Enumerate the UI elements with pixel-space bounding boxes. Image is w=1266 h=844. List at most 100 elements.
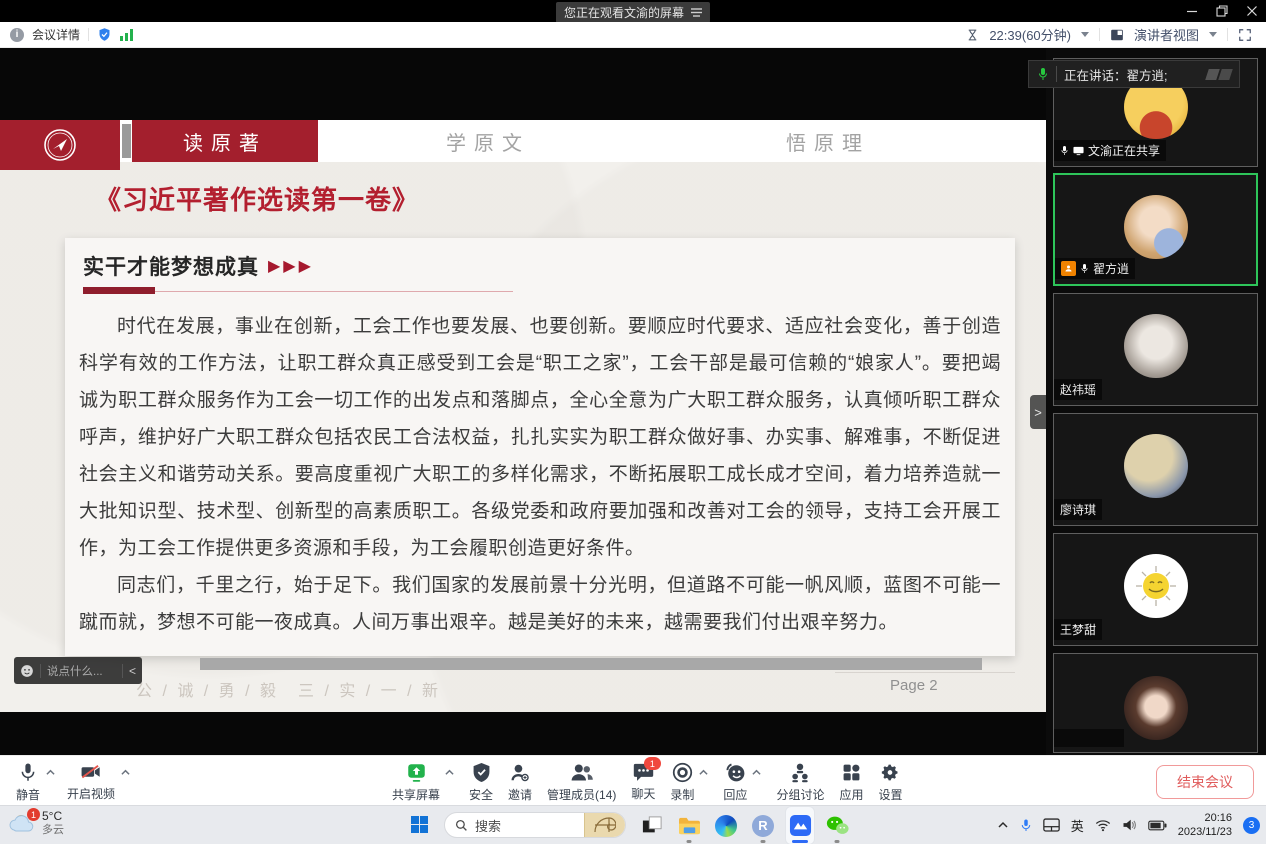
mute-button[interactable]: 静音 <box>16 762 40 803</box>
view-dropdown-caret[interactable] <box>1209 32 1217 37</box>
divider <box>122 664 123 678</box>
meeting-app-button[interactable] <box>786 807 814 844</box>
members-label: 管理成员(14) <box>547 786 616 803</box>
record-options-chevron[interactable] <box>699 768 708 777</box>
watching-screen-pill[interactable]: 您正在观看文渝的屏幕 <box>556 2 710 23</box>
taskbar-search[interactable]: 搜索 <box>444 812 626 838</box>
apps-button[interactable]: 应用 <box>839 762 863 803</box>
search-daily-image[interactable] <box>584 813 625 837</box>
hidden-icons-chevron[interactable] <box>997 819 1009 831</box>
r-app-button[interactable]: R <box>749 807 777 844</box>
share-options-chevron[interactable] <box>445 768 454 777</box>
page-rule-line <box>835 672 1015 673</box>
breakout-rooms-button[interactable]: 分组讨论 <box>776 762 824 803</box>
participant-label: 王梦甜 <box>1054 619 1102 640</box>
card-body-text: 时代在发展，事业在创新，工会工作也要发展、也要创新。要顺应时代要求、适应社会变化… <box>79 308 1001 641</box>
weather-temp: 5°C <box>42 809 64 823</box>
record-button[interactable]: 录制 <box>670 762 694 803</box>
tray-time: 20:16 <box>1178 811 1232 825</box>
network-signal-icon[interactable] <box>120 29 133 41</box>
slide-watermark: 公 / 诚 / 勇 / 毅 三 / 实 / 一 / 新 <box>136 677 441 701</box>
heading-arrows-icon: ▶▶▶ <box>268 256 314 276</box>
breakout-label: 分组讨论 <box>776 786 824 803</box>
speaking-text: 正在讲话：翟方逍; <box>1064 65 1167 84</box>
panel-expand-chevron[interactable]: > <box>1030 395 1046 429</box>
video-label: 开启视频 <box>67 785 115 802</box>
participant-name: 赵祎瑶 <box>1060 381 1096 398</box>
security-button[interactable]: 安全 <box>469 762 493 803</box>
touchpad-icon[interactable] <box>1043 818 1060 832</box>
invite-button[interactable]: 邀请 <box>508 762 532 803</box>
close-button[interactable] <box>1246 5 1258 17</box>
meeting-details-link[interactable]: 会议详情 <box>32 26 80 43</box>
avatar <box>1124 676 1188 740</box>
edge-browser-button[interactable] <box>712 807 740 844</box>
mic-icon <box>1060 145 1069 156</box>
tray-mic-icon[interactable] <box>1020 818 1032 833</box>
gear-icon <box>880 762 900 783</box>
video-options-chevron[interactable] <box>121 768 130 777</box>
task-view-icon <box>642 816 662 836</box>
chat-placeholder[interactable]: 说点什么... <box>47 663 103 679</box>
view-mode-label[interactable]: 演讲者视图 <box>1134 25 1199 44</box>
participant-tile-zhaoyiyao[interactable]: 赵祎瑶 <box>1053 293 1258 406</box>
paragraph: 时代在发展，事业在创新，工会工作也要发展、也要创新。要顺应时代要求、适应社会变化… <box>79 308 1001 567</box>
participant-tile-liaoshiqi[interactable]: 廖诗琪 <box>1053 413 1258 526</box>
divider <box>88 28 89 41</box>
tab-wu-yuanli[interactable]: 悟原理 <box>658 120 998 162</box>
chat-quick-input[interactable]: 说点什么... < <box>14 657 142 684</box>
wechat-button[interactable] <box>823 807 851 844</box>
notification-badge[interactable]: 3 <box>1243 817 1260 834</box>
reaction-button[interactable]: 回应 <box>723 762 747 803</box>
hamburger-menu-icon[interactable] <box>691 8 702 17</box>
active-indicator <box>792 840 808 843</box>
participants-sidebar: 正在讲话：翟方逍; 文渝正在共享 <box>1046 48 1266 755</box>
invite-label: 邀请 <box>508 786 532 803</box>
timer-dropdown-caret[interactable] <box>1081 32 1089 37</box>
file-explorer-button[interactable] <box>675 807 703 844</box>
task-view-button[interactable] <box>638 807 666 844</box>
security-shield-icon[interactable] <box>97 27 112 42</box>
restore-button[interactable] <box>1216 5 1228 17</box>
window-titlebar: 您正在观看文渝的屏幕 <box>0 0 1266 22</box>
volume-icon[interactable] <box>1122 818 1137 832</box>
manage-members-button[interactable]: 管理成员(14) <box>547 762 616 803</box>
person-add-icon <box>510 762 530 783</box>
start-button[interactable] <box>405 806 433 843</box>
tab-du-yuanzhu[interactable]: 读原著 <box>132 120 318 162</box>
participant-tile-wangmengtian[interactable]: 王梦甜 <box>1053 533 1258 646</box>
participant-tile-partial[interactable] <box>1053 653 1258 753</box>
watching-screen-label: 您正在观看文渝的屏幕 <box>564 4 684 21</box>
ime-indicator[interactable]: 英 <box>1071 816 1084 835</box>
battery-icon[interactable] <box>1148 820 1167 831</box>
paragraph: 同志们，千里之行，始于足下。我们国家的发展前景十分光明，但道路不可能一帆风顺，蓝… <box>79 567 1001 641</box>
mic-options-chevron[interactable] <box>46 768 55 777</box>
share-label: 共享屏幕 <box>392 786 440 803</box>
minimize-button[interactable] <box>1186 5 1198 17</box>
shield-check-icon <box>472 762 491 783</box>
collapse-chat-button[interactable]: < <box>129 664 136 678</box>
emoji-icon[interactable] <box>20 664 34 678</box>
weather-widget[interactable]: 1 5°C 多云 <box>8 809 64 837</box>
tab-xue-yuanwen[interactable]: 学原文 <box>318 120 658 162</box>
wifi-icon[interactable] <box>1095 819 1111 832</box>
fullscreen-icon[interactable] <box>1238 28 1252 42</box>
tab-label: 悟原理 <box>786 127 870 156</box>
chat-button[interactable]: 1 聊天 <box>631 762 655 802</box>
heading-underline-thick <box>83 287 155 294</box>
folder-icon <box>678 816 701 836</box>
wechat-icon <box>826 815 849 836</box>
avatar <box>1124 554 1188 618</box>
share-screen-button[interactable]: 共享屏幕 <box>392 762 440 803</box>
reaction-options-chevron[interactable] <box>752 768 761 777</box>
end-meeting-button[interactable]: 结束会议 <box>1156 765 1254 799</box>
content-card: 实干才能梦想成真 ▶▶▶ 时代在发展，事业在创新，工会工作也要发展、也要创新。要… <box>65 238 1015 656</box>
tab-label: 学原文 <box>446 127 530 156</box>
start-video-button[interactable]: 开启视频 <box>67 762 115 802</box>
watermark-shapes-icon <box>1207 69 1231 80</box>
participant-tile-zhaifangxiao[interactable]: 翟方逍 <box>1053 173 1258 286</box>
tray-clock[interactable]: 20:16 2023/11/23 <box>1178 811 1232 839</box>
apps-grid-icon <box>842 762 861 783</box>
settings-button[interactable]: 设置 <box>878 762 902 803</box>
avatar <box>1124 434 1188 498</box>
